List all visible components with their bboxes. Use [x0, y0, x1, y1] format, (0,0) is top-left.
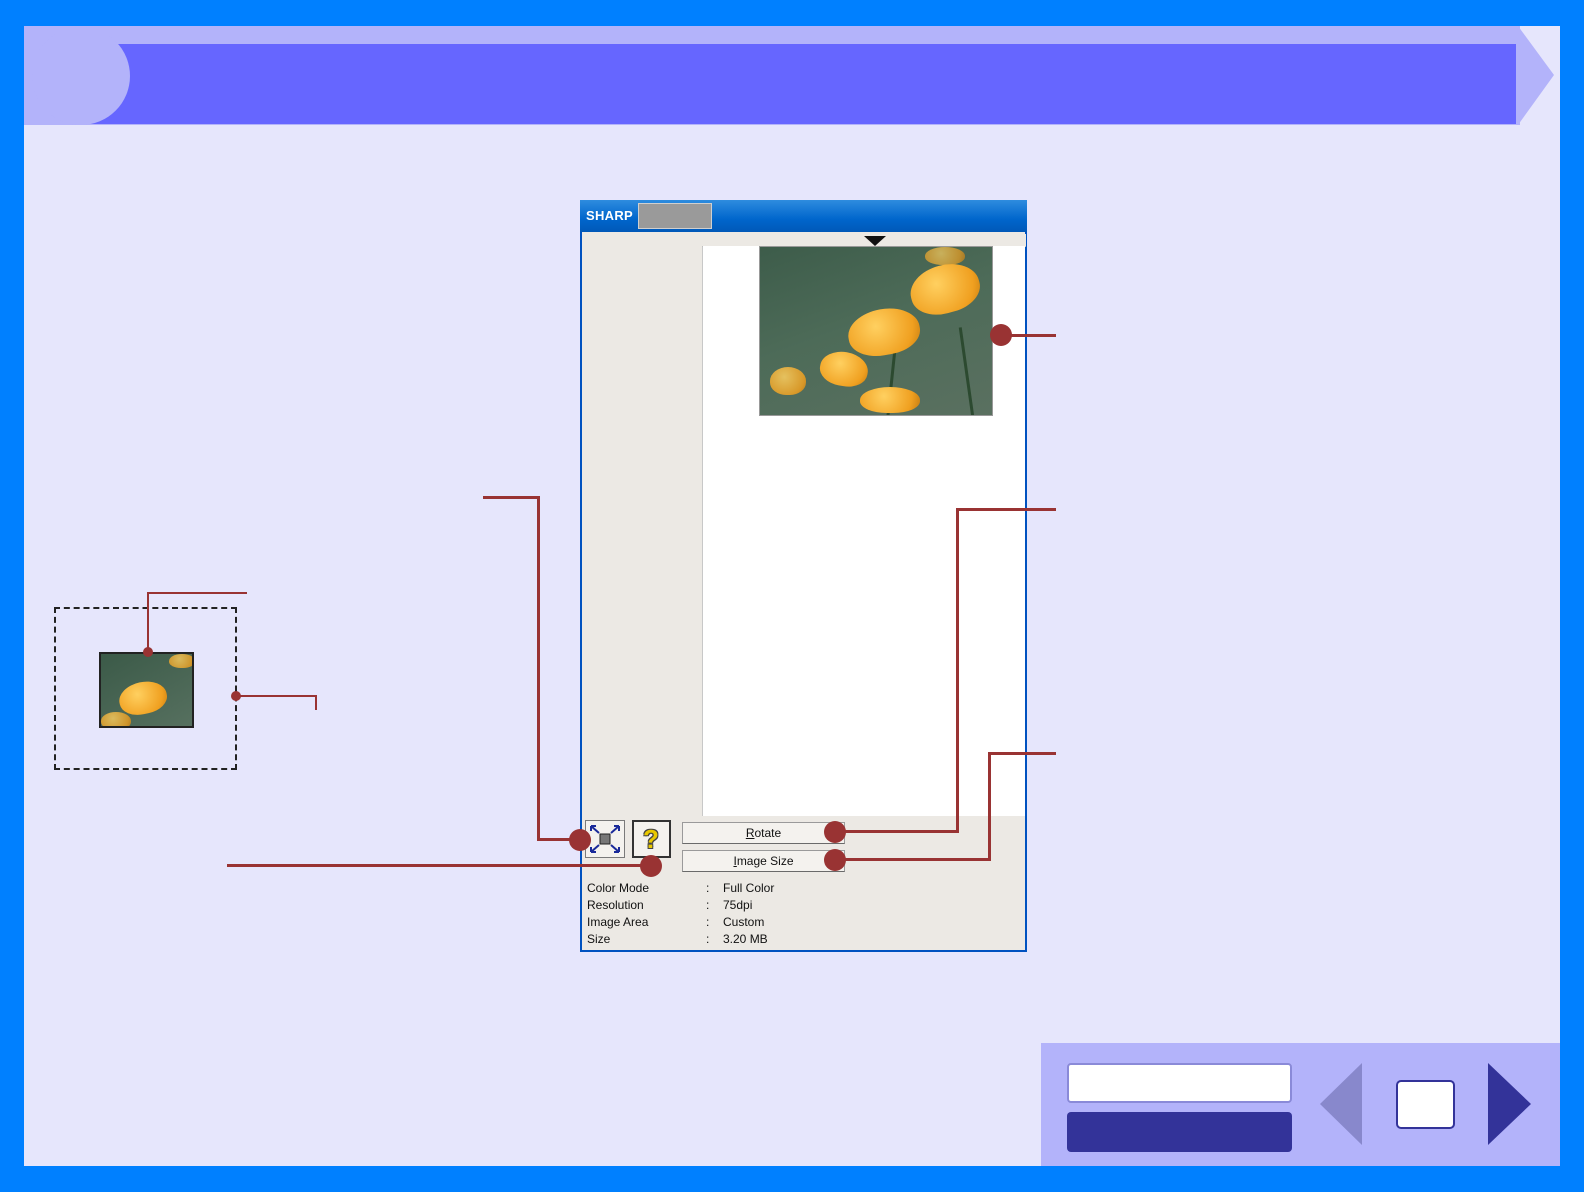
flower — [770, 367, 806, 395]
left-pane — [584, 234, 703, 816]
flower — [860, 387, 920, 413]
image-size-button[interactable]: Image Size — [682, 850, 845, 872]
help-button[interactable]: ? — [632, 820, 671, 858]
info-value-resolution: 75dpi — [723, 898, 753, 912]
callout-line-rotate — [956, 508, 959, 832]
header-circle — [32, 27, 130, 125]
brand-logo: SHARP — [586, 208, 634, 223]
flower — [101, 712, 131, 726]
callout-line-image-size — [988, 752, 1056, 755]
header-title-bar — [80, 44, 1516, 124]
zoom-fit-button[interactable] — [585, 820, 625, 858]
sample-thumbnail — [99, 652, 194, 728]
info-label-color-mode: Color Mode — [587, 881, 650, 895]
flower-stem — [958, 327, 975, 415]
rotate-label: otate — [754, 826, 782, 840]
info-separator: : — [706, 881, 710, 895]
flower — [169, 654, 192, 668]
callout-line-rotate — [956, 508, 1056, 511]
info-value-size: 3.20 MB — [723, 932, 768, 946]
callout-dot-zoom — [569, 829, 591, 851]
image-size-label: mage Size — [736, 854, 794, 868]
sample-callout-dot — [231, 691, 241, 701]
callout-line-zoom — [537, 496, 540, 841]
nav-button-index[interactable] — [1067, 1112, 1292, 1152]
zoom-fit-icon — [590, 825, 620, 853]
sample-callout-line — [147, 592, 247, 594]
info-label-resolution: Resolution — [587, 898, 644, 912]
prev-arrow-icon[interactable] — [1320, 1063, 1362, 1145]
flower — [116, 677, 170, 719]
info-separator: : — [706, 932, 710, 946]
rotate-button[interactable]: Rotate — [682, 822, 845, 844]
next-arrow-icon[interactable] — [1488, 1063, 1531, 1145]
info-label-size: Size — [587, 932, 611, 946]
sample-callout-line — [237, 695, 317, 697]
flower — [844, 303, 924, 361]
ruler-marker-icon[interactable] — [864, 236, 886, 246]
info-label-image-area: Image Area — [587, 915, 649, 929]
callout-line-zoom — [483, 496, 540, 499]
help-icon: ? — [643, 824, 659, 854]
flower — [904, 256, 986, 322]
header-arrow — [1518, 26, 1554, 125]
sample-callout-line — [315, 695, 317, 710]
title-placeholder — [638, 203, 712, 229]
flower — [925, 247, 965, 265]
sample-callout-line — [147, 592, 149, 652]
nav-page-square[interactable] — [1396, 1080, 1455, 1129]
callout-line-image-size — [845, 858, 991, 861]
info-separator: : — [706, 915, 710, 929]
callout-dot-help — [640, 855, 662, 877]
callout-line-help — [227, 864, 652, 867]
sample-callout-dot — [143, 647, 153, 657]
callout-line-image-size — [988, 752, 991, 861]
callout-line-rotate — [845, 830, 959, 833]
callout-dot-preview — [990, 324, 1012, 346]
info-separator: : — [706, 898, 710, 912]
callout-dot-image-size — [824, 849, 846, 871]
nav-button-contents[interactable] — [1067, 1063, 1292, 1103]
info-value-color-mode: Full Color — [723, 881, 775, 895]
callout-dot-rotate — [824, 821, 846, 843]
info-value-image-area: Custom — [723, 915, 765, 929]
preview-image[interactable] — [759, 246, 993, 416]
